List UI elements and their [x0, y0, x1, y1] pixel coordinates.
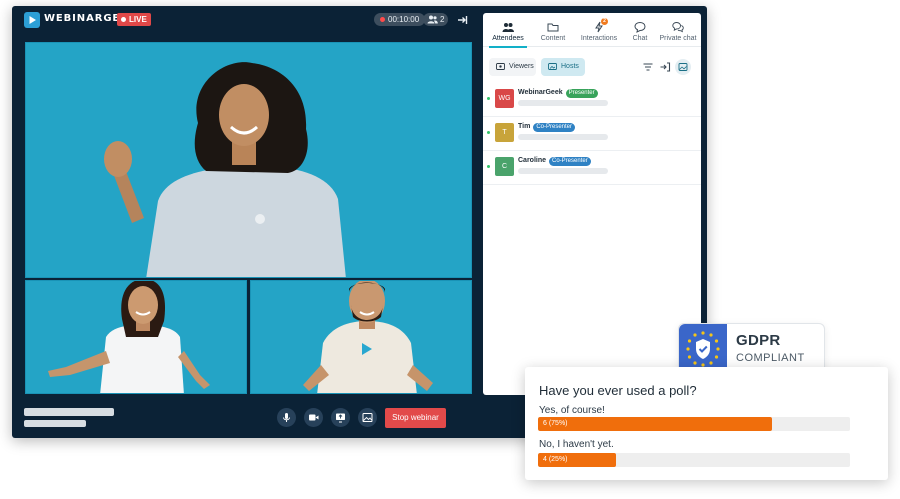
host-name-line: Caroline Co-Presenter — [518, 157, 591, 166]
view-mode-button[interactable] — [675, 59, 691, 75]
role-badge: Presenter — [565, 89, 598, 98]
role-badge: Co-Presenter — [549, 157, 591, 166]
tab-label: Content — [540, 35, 566, 42]
avatar: WG — [495, 89, 514, 108]
record-dot-icon — [380, 17, 385, 22]
media-button[interactable] — [358, 408, 377, 427]
timer-value: 00:10:00 — [388, 15, 420, 24]
live-label: LIVE — [129, 15, 147, 24]
host-row[interactable]: WG WebinarGeek Presenter — [483, 83, 701, 117]
tab-label: Chat — [632, 35, 648, 42]
host-detail-placeholder — [518, 100, 608, 106]
session-timer: 00:10:00 — [374, 13, 426, 26]
hosts-toggle-label: Hosts — [561, 63, 579, 70]
top-bar: WEBINARGEEK LIVE 00:10:00 2 — [12, 6, 482, 34]
people-icon — [502, 23, 514, 32]
panel-tabs: Attendees Content 2 Interactions Chat Pr… — [483, 13, 701, 48]
screen-share-icon — [336, 413, 345, 423]
tab-label: Interactions — [580, 35, 618, 42]
login-icon[interactable] — [659, 61, 671, 73]
folder-icon — [547, 23, 559, 32]
presenter-video-tile — [25, 42, 472, 278]
online-status-dot — [487, 131, 490, 134]
host-detail-placeholder — [518, 134, 608, 140]
side-panel: Attendees Content 2 Interactions Chat Pr… — [483, 13, 701, 395]
guest-video-tile-right — [250, 280, 472, 394]
active-tab-indicator — [489, 46, 527, 48]
poll-results-card: Have you ever used a poll? Yes, of cours… — [525, 367, 888, 480]
hosts-icon — [548, 63, 557, 70]
host-name-line: Tim Co-Presenter — [518, 123, 576, 132]
host-row[interactable]: T Tim Co-Presenter — [483, 117, 701, 151]
tab-chat[interactable]: Chat — [625, 13, 655, 47]
microphone-icon — [283, 413, 290, 422]
poll-result-bar — [538, 417, 772, 431]
private-chat-icon — [672, 22, 684, 33]
tab-attendees[interactable]: Attendees — [483, 13, 533, 48]
guest-video-illustration-left — [48, 281, 210, 393]
gdpr-compliant-badge: GDPR COMPLIANT — [678, 323, 825, 374]
presenter-video-illustration — [104, 62, 346, 277]
poll-result-text: 4 (25%) — [543, 456, 568, 463]
host-detail-placeholder — [518, 168, 608, 174]
filter-icon[interactable] — [642, 61, 654, 73]
host-row[interactable]: C Caroline Co-Presenter — [483, 151, 701, 185]
people-icon — [427, 15, 438, 24]
tab-content[interactable]: Content — [533, 13, 573, 47]
avatar: C — [495, 157, 514, 176]
live-dot-icon — [121, 17, 126, 22]
online-status-dot — [487, 165, 490, 168]
speaker-name-placeholder — [24, 408, 114, 416]
camera-button[interactable] — [304, 408, 323, 427]
host-name: WebinarGeek — [518, 89, 563, 96]
poll-result-track: 6 (75%) — [538, 417, 850, 431]
poll-option-label: No, I haven't yet. — [539, 439, 614, 450]
guest-video-tile-left — [25, 280, 247, 394]
tab-label: Private chat — [659, 35, 697, 42]
stop-webinar-button[interactable]: Stop webinar — [385, 408, 446, 428]
gdpr-title: GDPR — [736, 332, 781, 349]
poll-option-label: Yes, of course! — [539, 405, 605, 416]
live-badge: LIVE — [117, 13, 151, 26]
screen-share-button[interactable] — [331, 408, 350, 427]
attendee-count-badge[interactable]: 2 — [423, 13, 449, 26]
tab-interactions[interactable]: 2 Interactions — [573, 13, 625, 47]
tab-label: Attendees — [492, 35, 524, 42]
tab-private-chat[interactable]: Private chat — [655, 13, 701, 47]
interactions-count-badge: 2 — [601, 18, 608, 25]
screenshot-stage: WEBINARGEEK LIVE 00:10:00 2 Stop webinar… — [0, 0, 900, 499]
exit-icon[interactable] — [456, 13, 468, 31]
viewers-icon — [496, 63, 505, 70]
attendee-count: 2 — [440, 15, 445, 24]
image-icon — [362, 413, 373, 422]
viewers-toggle[interactable]: Viewers — [489, 58, 536, 76]
webinargeek-logo-icon — [24, 12, 40, 28]
hosts-toggle[interactable]: Hosts — [541, 58, 585, 76]
avatar: T — [495, 123, 514, 142]
gallery-icon — [678, 63, 688, 71]
speaker-subtitle-placeholder — [24, 420, 86, 427]
host-name: Tim — [518, 123, 531, 130]
host-name-line: WebinarGeek Presenter — [518, 89, 598, 98]
host-name: Caroline — [518, 157, 547, 164]
camera-icon — [309, 414, 319, 421]
gdpr-subtitle: COMPLIANT — [736, 352, 805, 364]
poll-result-text: 6 (75%) — [543, 420, 568, 427]
viewers-toggle-label: Viewers — [509, 63, 534, 70]
poll-result-track: 4 (25%) — [538, 453, 850, 467]
microphone-button[interactable] — [277, 408, 296, 427]
online-status-dot — [487, 97, 490, 100]
guest-video-illustration-right — [303, 281, 433, 393]
role-badge: Co-Presenter — [533, 123, 576, 132]
poll-question: Have you ever used a poll? — [539, 383, 697, 398]
chat-bubble-icon — [634, 21, 646, 33]
